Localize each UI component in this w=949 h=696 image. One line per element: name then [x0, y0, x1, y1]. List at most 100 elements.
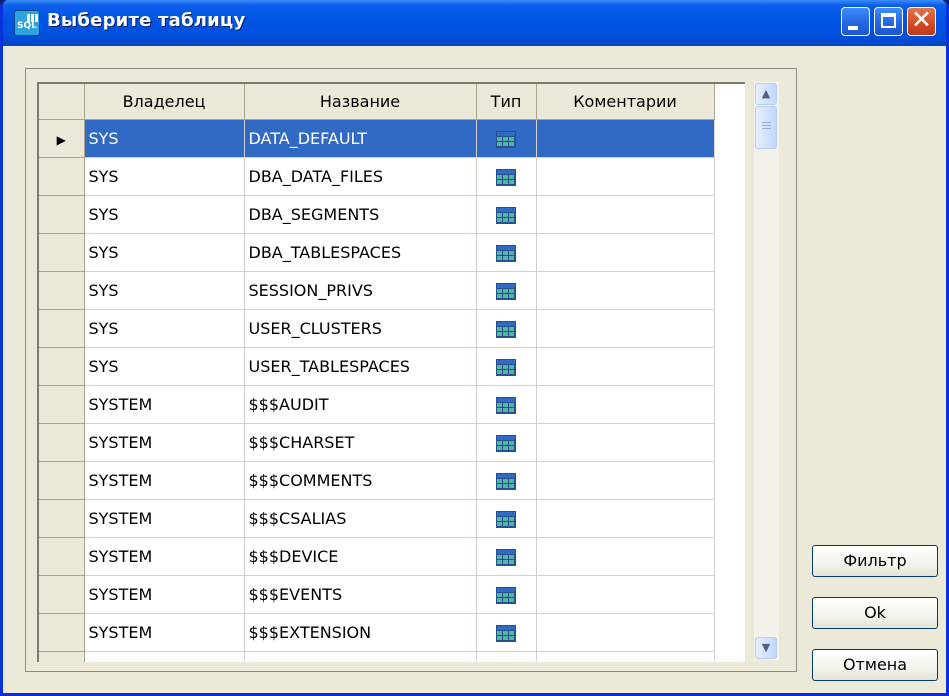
type-cell[interactable]	[476, 575, 537, 614]
column-header-name[interactable]: Название	[244, 84, 477, 120]
table-row[interactable]: SYSTEM $$$COMMENTS	[39, 461, 715, 500]
row-indicator[interactable]	[39, 195, 85, 234]
table-row[interactable]: SYS DBA_TABLESPACES	[39, 233, 715, 272]
type-cell[interactable]	[476, 309, 537, 348]
type-cell[interactable]	[476, 271, 537, 310]
name-cell[interactable]: $$$COMMENTS	[244, 461, 477, 500]
owner-cell[interactable]: SYS	[84, 157, 245, 196]
table-row[interactable]: SYSTEM $$$AUDIT	[39, 385, 715, 424]
table-row[interactable]: SYSTEM $$$CSALIAS	[39, 499, 715, 538]
tables-grid[interactable]: Владелец Название Тип Коментарии ▶ SYS DAT…	[37, 82, 745, 662]
close-button[interactable]: ✕	[907, 5, 936, 36]
table-row[interactable]: SYS USER_TABLESPACES	[39, 347, 715, 386]
row-indicator[interactable]	[39, 385, 85, 424]
table-row[interactable]: ▶ SYS DATA_DEFAULT	[39, 119, 715, 158]
row-indicator[interactable]	[39, 537, 85, 576]
owner-cell[interactable]: SYSTEM	[84, 461, 245, 500]
owner-cell[interactable]: SYSTEM	[84, 537, 245, 576]
name-cell[interactable]: DATA_DEFAULT	[244, 119, 477, 158]
maximize-button[interactable]	[874, 7, 903, 36]
type-cell[interactable]	[476, 233, 537, 272]
comment-cell[interactable]	[536, 499, 715, 538]
vertical-scrollbar[interactable]: ▲ ▼	[753, 82, 779, 660]
row-indicator[interactable]	[39, 233, 85, 272]
comment-cell[interactable]	[536, 651, 715, 662]
sql-app-icon[interactable]: SQL	[14, 10, 40, 36]
owner-cell[interactable]: SYSTEM	[84, 423, 245, 462]
name-cell[interactable]: $$$CHARSET	[244, 423, 477, 462]
type-cell[interactable]	[476, 157, 537, 196]
row-indicator[interactable]	[39, 575, 85, 614]
name-cell[interactable]: DBA_TABLESPACES	[244, 233, 477, 272]
row-indicator[interactable]	[39, 309, 85, 348]
table-row[interactable]: SYS DBA_SEGMENTS	[39, 195, 715, 234]
name-cell[interactable]: DBA_DATA_FILES	[244, 157, 477, 196]
comment-cell[interactable]	[536, 195, 715, 234]
comment-cell[interactable]	[536, 347, 715, 386]
type-cell[interactable]	[476, 499, 537, 538]
scroll-down-button[interactable]: ▼	[755, 637, 777, 659]
row-indicator[interactable]: ▶	[39, 119, 85, 158]
name-cell[interactable]: $$$EXTREPL	[244, 651, 477, 662]
row-indicator[interactable]	[39, 271, 85, 310]
minimize-button[interactable]	[841, 7, 870, 36]
column-header-type[interactable]: Тип	[476, 84, 537, 120]
owner-cell[interactable]: SYS	[84, 347, 245, 386]
row-indicator[interactable]	[39, 423, 85, 462]
type-cell[interactable]	[476, 347, 537, 386]
comment-cell[interactable]	[536, 157, 715, 196]
row-indicator[interactable]	[39, 347, 85, 386]
table-row[interactable]: SYSTEM$$$EXTREPL	[39, 651, 715, 662]
comment-cell[interactable]	[536, 613, 715, 652]
filter-button[interactable]: Фильтр	[812, 545, 938, 577]
column-header-comments[interactable]: Коментарии	[536, 84, 715, 120]
name-cell[interactable]: $$$EXTENSION	[244, 613, 477, 652]
row-indicator[interactable]	[39, 613, 85, 652]
owner-cell[interactable]: SYS	[84, 271, 245, 310]
owner-cell[interactable]: SYSTEM	[84, 613, 245, 652]
name-cell[interactable]: $$$AUDIT	[244, 385, 477, 424]
comment-cell[interactable]	[536, 461, 715, 500]
table-row[interactable]: SYS DBA_DATA_FILES	[39, 157, 715, 196]
row-indicator[interactable]	[39, 651, 85, 662]
column-header-owner[interactable]: Владелец	[84, 84, 245, 120]
comment-cell[interactable]	[536, 423, 715, 462]
comment-cell[interactable]	[536, 271, 715, 310]
comment-cell[interactable]	[536, 537, 715, 576]
cancel-button[interactable]: Отмена	[812, 649, 938, 681]
type-cell[interactable]	[476, 385, 537, 424]
comment-cell[interactable]	[536, 385, 715, 424]
row-indicator[interactable]	[39, 461, 85, 500]
owner-cell[interactable]: SYSTEM	[84, 651, 245, 662]
name-cell[interactable]: $$$EVENTS	[244, 575, 477, 614]
name-cell[interactable]: $$$CSALIAS	[244, 499, 477, 538]
table-row[interactable]: SYSTEM $$$EXTENSION	[39, 613, 715, 652]
type-cell[interactable]	[476, 651, 537, 662]
ok-button[interactable]: Ok	[812, 597, 938, 629]
name-cell[interactable]: SESSION_PRIVS	[244, 271, 477, 310]
type-cell[interactable]	[476, 537, 537, 576]
comment-cell[interactable]	[536, 119, 715, 158]
owner-cell[interactable]: SYS	[84, 119, 245, 158]
table-row[interactable]: SYSTEM $$$EVENTS	[39, 575, 715, 614]
type-cell[interactable]	[476, 195, 537, 234]
owner-cell[interactable]: SYSTEM	[84, 575, 245, 614]
owner-cell[interactable]: SYS	[84, 195, 245, 234]
name-cell[interactable]: USER_TABLESPACES	[244, 347, 477, 386]
title-bar[interactable]: SQL Выберите таблицу ✕	[3, 0, 946, 46]
table-row[interactable]: SYSTEM $$$CHARSET	[39, 423, 715, 462]
comment-cell[interactable]	[536, 233, 715, 272]
table-row[interactable]: SYS SESSION_PRIVS	[39, 271, 715, 310]
owner-cell[interactable]: SYSTEM	[84, 385, 245, 424]
row-indicator[interactable]	[39, 499, 85, 538]
owner-cell[interactable]: SYSTEM	[84, 499, 245, 538]
name-cell[interactable]: $$$DEVICE	[244, 537, 477, 576]
table-row[interactable]: SYS USER_CLUSTERS	[39, 309, 715, 348]
type-cell[interactable]	[476, 613, 537, 652]
owner-cell[interactable]: SYS	[84, 233, 245, 272]
row-indicator[interactable]	[39, 157, 85, 196]
table-row[interactable]: SYSTEM $$$DEVICE	[39, 537, 715, 576]
name-cell[interactable]: DBA_SEGMENTS	[244, 195, 477, 234]
owner-cell[interactable]: SYS	[84, 309, 245, 348]
comment-cell[interactable]	[536, 309, 715, 348]
